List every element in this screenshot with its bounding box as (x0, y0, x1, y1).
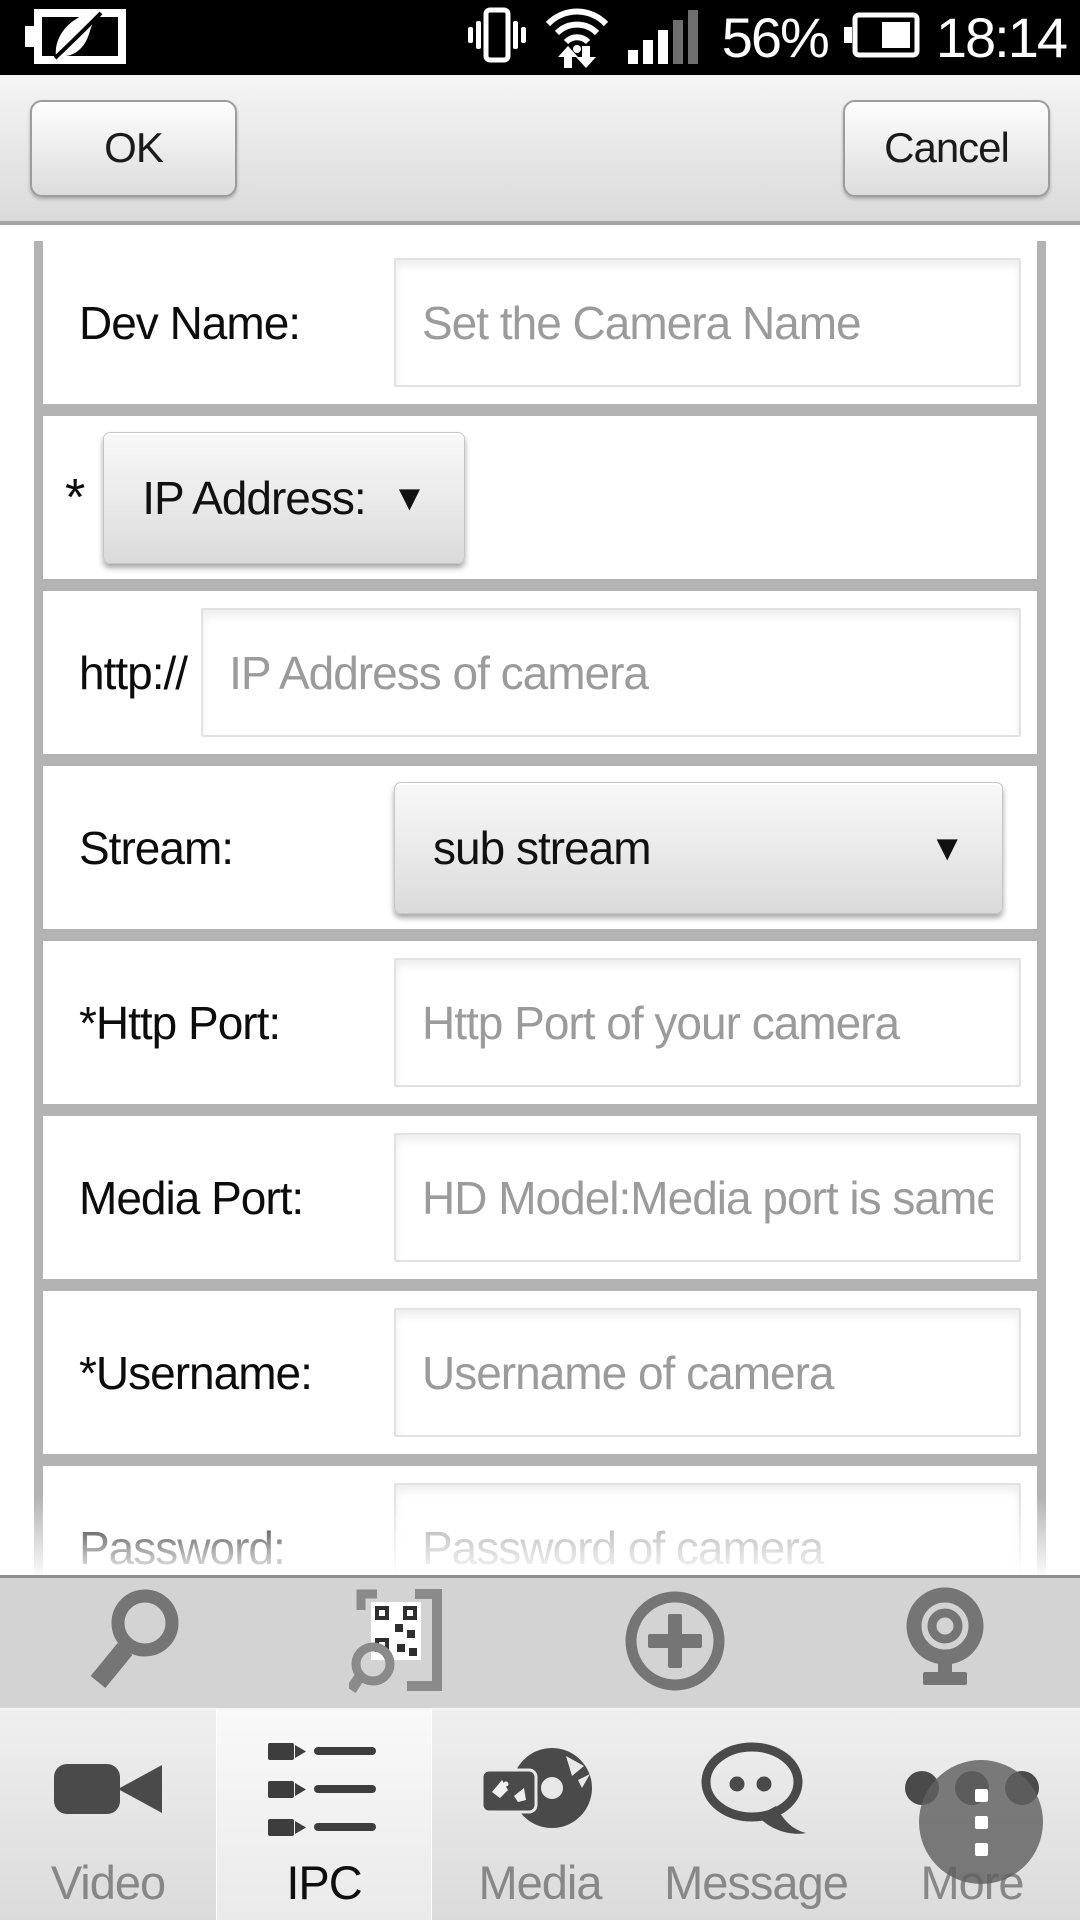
http-port-label: *Http Port: (79, 996, 394, 1050)
ip-address-mode-row: * IP Address: ▼ (43, 416, 1037, 579)
action-bar: OK Cancel (0, 75, 1080, 225)
caret-down-icon: ▼ (929, 827, 964, 869)
media-port-input[interactable] (394, 1133, 1021, 1262)
row-divider (43, 754, 1037, 766)
http-url-row: http:// (43, 591, 1037, 754)
tab-message[interactable]: Message (648, 1710, 864, 1920)
cancel-button[interactable]: Cancel (843, 100, 1050, 197)
password-label: Password: (79, 1521, 394, 1575)
tab-media[interactable]: Media (432, 1710, 648, 1920)
username-input[interactable] (394, 1308, 1021, 1437)
battery-icon (844, 11, 920, 64)
signal-strength-icon (628, 6, 706, 69)
ip-address-input[interactable] (201, 608, 1021, 737)
http-port-input[interactable] (394, 958, 1021, 1087)
http-prefix-label: http:// (79, 646, 187, 700)
vibrate-icon (468, 4, 526, 71)
video-camera-icon (46, 1726, 171, 1854)
ipc-camera-list-icon (262, 1726, 387, 1854)
tab-message-label: Message (664, 1854, 848, 1912)
dev-name-label: Dev Name: (79, 296, 394, 350)
username-row: *Username: (43, 1291, 1037, 1454)
password-row: Password: (43, 1466, 1037, 1575)
ip-address-dropdown-label: IP Address: (142, 471, 365, 525)
camera-settings-form: Dev Name: * IP Address: ▼ http:// Stream… (0, 225, 1080, 1575)
row-divider (43, 1454, 1037, 1466)
qr-scan-search-icon (349, 1586, 461, 1701)
row-divider (43, 1279, 1037, 1291)
webcam-icon (895, 1586, 995, 1701)
password-input[interactable] (394, 1483, 1021, 1575)
vertical-ellipsis-dot (975, 1789, 988, 1802)
add-camera-button[interactable] (540, 1578, 810, 1708)
stream-selected-value: sub stream (433, 821, 651, 875)
add-icon (623, 1589, 727, 1698)
row-divider (43, 929, 1037, 941)
dev-name-input[interactable] (394, 258, 1021, 387)
ip-address-dropdown-button[interactable]: IP Address: ▼ (103, 432, 465, 564)
tab-ipc-label: IPC (286, 1854, 361, 1912)
media-disc-photo-icon (480, 1726, 600, 1854)
stream-row: Stream: sub stream ▼ (43, 766, 1037, 929)
battery-saver-leaf-icon (22, 4, 128, 71)
row-divider (43, 579, 1037, 591)
stream-label: Stream: (79, 821, 394, 875)
qr-scan-button[interactable] (270, 1578, 540, 1708)
clock: 18:14 (936, 5, 1066, 70)
caret-down-icon: ▼ (392, 477, 427, 519)
row-divider (43, 404, 1037, 416)
http-port-row: *Http Port: (43, 941, 1037, 1104)
vertical-ellipsis-dot (975, 1843, 988, 1856)
required-mark: * (65, 468, 85, 528)
tab-media-label: Media (478, 1854, 601, 1912)
tab-ipc[interactable]: IPC (216, 1710, 432, 1920)
vertical-ellipsis-dot (975, 1816, 988, 1829)
username-label: *Username: (79, 1346, 394, 1400)
battery-percent: 56% (722, 5, 828, 70)
form-table: Dev Name: * IP Address: ▼ http:// Stream… (34, 241, 1046, 1575)
dev-name-row: Dev Name: (43, 241, 1037, 404)
media-port-row: Media Port: (43, 1116, 1037, 1279)
tab-bar: Video IPC (0, 1708, 1080, 1920)
row-divider (43, 1104, 1037, 1116)
tab-video-label: Video (51, 1854, 165, 1912)
search-icon (85, 1587, 185, 1700)
webcam-button[interactable] (810, 1578, 1080, 1708)
ok-button[interactable]: OK (30, 100, 237, 197)
stream-select[interactable]: sub stream ▼ (394, 782, 1003, 914)
utility-bar (0, 1575, 1080, 1708)
status-bar: 56% 18:14 (0, 0, 1080, 75)
tab-video[interactable]: Video (0, 1710, 216, 1920)
media-port-label: Media Port: (79, 1171, 394, 1225)
search-button[interactable] (0, 1578, 270, 1708)
wifi-data-icon (542, 2, 612, 73)
floating-menu-button[interactable] (919, 1760, 1043, 1884)
message-bubble-icon (694, 1726, 819, 1854)
